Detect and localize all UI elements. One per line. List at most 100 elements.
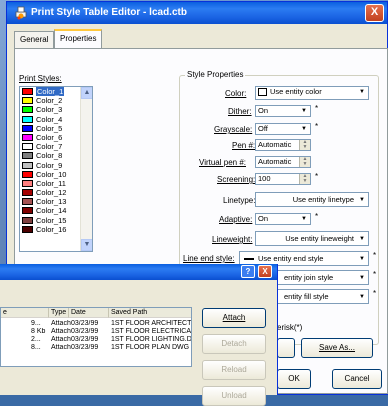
print-style-name: Color_11 (36, 178, 66, 188)
print-style-name: Color_16 (36, 224, 67, 234)
line-join-asterisk: * (373, 270, 377, 279)
cell-date: 03/23/99 (71, 336, 99, 343)
printer-app-icon (14, 6, 28, 20)
table-row[interactable]: 2... Attach 03/23/99 1ST FLOOR LIGHTING.D (1, 336, 192, 344)
color-swatch (22, 170, 33, 178)
xref-close-button[interactable]: X (258, 265, 272, 278)
title-bar[interactable]: Print Style Table Editor - lcad.ctb X (7, 2, 387, 24)
color-swatch (22, 115, 33, 123)
unload-button[interactable]: Unload (202, 386, 266, 406)
cell-size: 8... (31, 344, 41, 351)
attach-button[interactable]: Attach (202, 308, 266, 328)
spinner-arrows-icon[interactable]: ▲ ▼ (299, 140, 310, 150)
column-header-date[interactable]: Date (69, 308, 109, 318)
chevron-down-icon[interactable] (356, 87, 368, 99)
help-button[interactable]: ? (241, 265, 255, 278)
dither-dropdown[interactable]: On (255, 105, 311, 117)
cell-path: 1ST FLOOR LIGHTING.D (111, 336, 192, 343)
chevron-down-icon[interactable] (356, 252, 368, 265)
spinner-arrows-icon[interactable]: ▲ ▼ (299, 157, 310, 167)
pen-value: Automatic (258, 140, 292, 149)
line-sample-icon (244, 258, 254, 261)
cell-type: Attach (51, 320, 71, 327)
screening-spinner[interactable]: 100 ▲ ▼ (255, 173, 311, 185)
adaptive-dropdown[interactable]: On (255, 213, 311, 225)
cell-type: Attach (51, 328, 71, 335)
cell-path: 1ST FLOOR PLAN DWG (111, 344, 190, 351)
print-styles-scrollbar[interactable]: ▲ ▼ (80, 87, 92, 251)
attach-label: Attach (222, 313, 246, 322)
save-as-button[interactable]: Save As... (301, 338, 373, 358)
lineweight-dropdown[interactable]: Use entity lineweight (255, 231, 369, 246)
print-style-name: Color_7 (36, 142, 63, 152)
dither-value: On (258, 106, 269, 115)
color-value: Use entity color (270, 87, 322, 96)
column-header-saved-path[interactable]: Saved Path (109, 308, 191, 318)
tab-properties[interactable]: Properties (54, 29, 103, 49)
color-dropdown[interactable]: Use entity color (255, 86, 369, 100)
chevron-down-icon[interactable] (356, 232, 368, 245)
screening-label: Screening: (217, 175, 256, 184)
color-swatch (22, 216, 33, 224)
table-row[interactable]: 8... Attach 03/23/99 1ST FLOOR PLAN DWG (1, 344, 191, 352)
cancel-button[interactable]: Cancel (332, 369, 382, 389)
print-style-name: Color_2 (36, 96, 63, 106)
fill-style-value: entity fill style (284, 292, 329, 301)
print-style-name: Color_15 (36, 215, 67, 225)
color-swatch (22, 152, 33, 160)
cell-date: 03/23/99 (71, 344, 99, 351)
cell-path: 1ST FLOOR ELECTRICAI (111, 328, 192, 335)
xref-title-bar[interactable]: ? X (0, 264, 277, 280)
asterisk-note: erisk(*) (277, 323, 303, 332)
color-swatch (22, 97, 33, 105)
print-styles-label: Print Styles: (19, 74, 62, 83)
close-button[interactable]: X (365, 4, 384, 22)
cell-date: 03/23/99 (71, 320, 99, 327)
column-header-type[interactable]: Type (49, 308, 69, 318)
table-row[interactable]: 9... Attach 03/23/99 1ST FLOOR ARCHITECT (1, 320, 191, 328)
chevron-down-icon[interactable] (298, 106, 310, 116)
reload-button[interactable]: Reload (202, 360, 266, 380)
xref-manager-dialog: ? X e Type Date Saved Path 9... Attach 03/… (0, 264, 278, 406)
edit-lineweights-button[interactable] (277, 338, 295, 358)
column-header-size[interactable]: e (1, 308, 49, 318)
pen-label: Pen #: (232, 141, 256, 150)
scroll-up-button[interactable]: ▲ (81, 87, 92, 99)
ok-button[interactable]: OK (277, 369, 311, 389)
color-label: Color: (225, 89, 247, 98)
lineweight-value: Use entity lineweight (285, 234, 354, 243)
print-style-name: Color_9 (36, 160, 63, 170)
chevron-down-icon[interactable] (356, 193, 368, 206)
chevron-down-icon[interactable] (356, 290, 368, 303)
print-style-name: Color_3 (36, 105, 63, 115)
linetype-label: Linetype: (223, 196, 256, 205)
linetype-dropdown[interactable]: Use entity linetype (255, 192, 369, 207)
spinner-arrows-icon[interactable]: ▲ ▼ (299, 174, 310, 184)
screening-value: 100 (258, 174, 271, 183)
print-style-name: Color_8 (36, 151, 63, 161)
chevron-down-icon[interactable] (298, 214, 310, 224)
chevron-down-icon[interactable] (356, 271, 368, 284)
color-swatch (22, 207, 33, 215)
line-end-style-value: Use entity end style (258, 254, 324, 263)
color-swatch (22, 133, 33, 141)
color-swatch (258, 88, 267, 97)
line-end-asterisk: * (373, 251, 377, 260)
color-swatch (22, 88, 33, 95)
scroll-down-button[interactable]: ▼ (81, 239, 92, 251)
print-styles-list[interactable]: Color_1 Color_2 Color_3 Color_4 Color_5 Color… (19, 86, 93, 252)
dither-asterisk: * (315, 104, 319, 113)
table-row[interactable]: 8 Kb Attach 03/23/99 1ST FLOOR ELECTRICAI (1, 328, 192, 336)
pen-spinner[interactable]: Automatic ▲ ▼ (255, 139, 311, 151)
lineweight-label: Lineweight: (212, 235, 253, 244)
cell-type: Attach (51, 336, 71, 343)
virtual-pen-spinner[interactable]: Automatic ▲ ▼ (255, 156, 311, 168)
grayscale-dropdown[interactable]: Off (255, 123, 311, 135)
print-style-name: Color_10 (36, 169, 67, 179)
print-style-name: Color_13 (36, 197, 67, 207)
color-swatch (22, 161, 33, 169)
xref-table[interactable]: e Type Date Saved Path 9... Attach 03/23/9… (0, 307, 192, 367)
chevron-down-icon[interactable] (298, 124, 310, 134)
tab-general[interactable]: General (14, 31, 55, 48)
detach-button[interactable]: Detach (202, 334, 266, 354)
